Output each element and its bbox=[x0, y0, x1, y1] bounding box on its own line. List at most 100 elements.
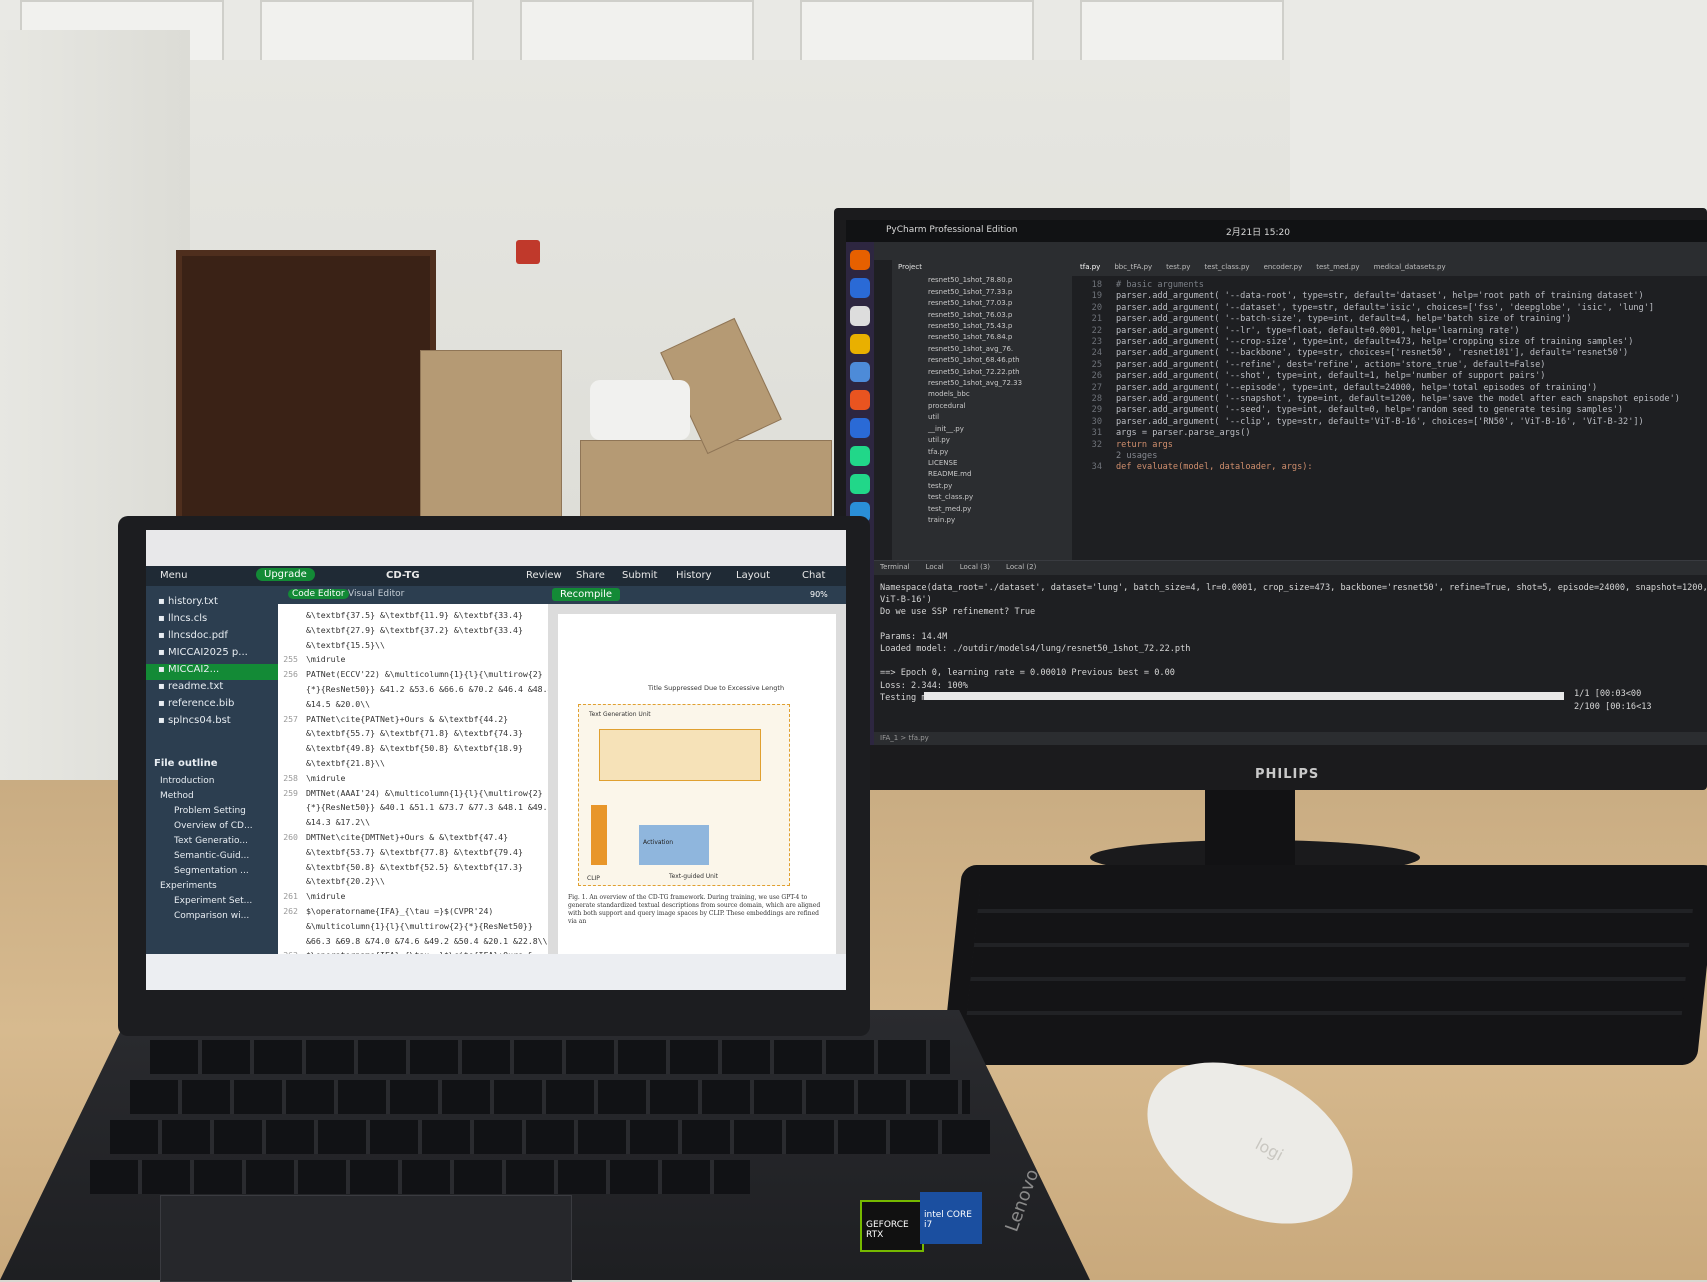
project-file[interactable]: resnet50_1shot_76.03.p bbox=[928, 310, 1072, 321]
outline-item[interactable]: Semantic-Guid... bbox=[174, 851, 249, 861]
editor-tab[interactable]: medical_datasets.py bbox=[1374, 263, 1446, 271]
zoom-level[interactable]: 90% bbox=[810, 590, 828, 599]
menu-button[interactable]: Menu bbox=[160, 570, 187, 581]
project-file[interactable]: util.py bbox=[928, 435, 1072, 446]
writer-icon[interactable] bbox=[850, 362, 870, 382]
pdf-running-title: Title Suppressed Due to Excessive Length bbox=[648, 684, 785, 692]
terminal-tab[interactable]: Local (2) bbox=[1006, 563, 1036, 571]
visual-editor-toggle[interactable]: Visual Editor bbox=[348, 589, 404, 599]
software-icon[interactable] bbox=[850, 390, 870, 410]
file-tree-item[interactable]: ▪ llncsdoc.pdf bbox=[158, 630, 228, 641]
project-file[interactable]: util bbox=[928, 412, 1072, 423]
submit-button[interactable]: Submit bbox=[622, 570, 657, 581]
pycharm-icon[interactable] bbox=[850, 446, 870, 466]
outline-item[interactable]: Method bbox=[160, 791, 194, 801]
code-text: 2 usages bbox=[1116, 451, 1158, 461]
project-file[interactable]: resnet50_1shot_avg_76. bbox=[928, 344, 1072, 355]
project-file[interactable]: resnet50_1shot_77.03.p bbox=[928, 298, 1072, 309]
editor-tab[interactable]: encoder.py bbox=[1264, 263, 1303, 271]
layout-button[interactable]: Layout bbox=[736, 570, 770, 581]
source-text: \midrule bbox=[306, 654, 346, 665]
project-file[interactable]: resnet50_1shot_avg_72.33 bbox=[928, 378, 1072, 389]
project-file[interactable]: resnet50_1shot_72.22.pth bbox=[928, 367, 1072, 378]
source-line: &\textbf{53.7} &\textbf{77.8} &\textbf{7… bbox=[278, 847, 523, 857]
project-file[interactable]: resnet50_1shot_77.33.p bbox=[928, 287, 1072, 298]
file-outline-title[interactable]: File outline bbox=[154, 758, 217, 769]
source-text: &\textbf{20.2}\\ bbox=[306, 876, 385, 887]
project-file[interactable]: __init__.py bbox=[928, 424, 1072, 435]
chat-button[interactable]: Chat bbox=[802, 570, 825, 581]
editor-tab[interactable]: bbc_tFA.py bbox=[1114, 263, 1152, 271]
project-file[interactable]: README.md bbox=[928, 469, 1072, 480]
project-file[interactable]: test.py bbox=[928, 481, 1072, 492]
source-text: &\textbf{37.5} &\textbf{11.9} &\textbf{3… bbox=[306, 610, 523, 620]
file-tree-item[interactable]: ▪ splncs04.bst bbox=[158, 715, 231, 726]
firefox-icon[interactable] bbox=[850, 250, 870, 270]
ide-status-bar: IFA_1 > tfa.py bbox=[874, 732, 1707, 745]
source-text: &\textbf{27.9} &\textbf{37.2} &\textbf{3… bbox=[306, 624, 523, 635]
file-tree-item[interactable]: ▪ MICCAI2... bbox=[158, 664, 219, 675]
code-text: parser.add_argument( '--backbone', type=… bbox=[1116, 348, 1629, 359]
help-icon[interactable] bbox=[850, 418, 870, 438]
terminal[interactable]: Terminal Local Local (3) Local (2) Namespac… bbox=[874, 560, 1707, 733]
project-file[interactable]: test_class.py bbox=[928, 492, 1072, 503]
outline-item[interactable]: Text Generatio... bbox=[174, 836, 248, 846]
outline-item[interactable]: Introduction bbox=[160, 776, 215, 786]
code-line: 26 parser.add_argument( '--shot', type=in… bbox=[1072, 371, 1546, 381]
code-line: 18 # basic arguments bbox=[1072, 280, 1204, 290]
line-number: 19 bbox=[1091, 291, 1102, 302]
terminal-tab[interactable]: Local (3) bbox=[960, 563, 990, 571]
code-editor-toggle[interactable]: Code Editor bbox=[288, 589, 349, 599]
outline-item[interactable]: Problem Setting bbox=[174, 806, 246, 816]
source-line-number: 262 bbox=[283, 906, 298, 916]
outline-item[interactable]: Segmentation ... bbox=[174, 866, 249, 876]
terminal-line: Loss: 2.344: 100% bbox=[880, 680, 968, 691]
project-file[interactable]: tfa.py bbox=[928, 447, 1072, 458]
history-button[interactable]: History bbox=[676, 570, 712, 581]
code-editor[interactable]: tfa.py bbc_tFA.py test.py test_class.py enco… bbox=[1072, 260, 1707, 560]
file-tree-item[interactable]: ▪ llncs.cls bbox=[158, 613, 207, 624]
project-file[interactable]: resnet50_1shot_78.80.p bbox=[928, 275, 1072, 286]
editor-tab[interactable]: test_med.py bbox=[1316, 263, 1359, 271]
outline-item[interactable]: Experiments bbox=[160, 881, 217, 891]
upgrade-button[interactable]: Upgrade bbox=[256, 568, 315, 581]
outline-item[interactable]: Comparison wi... bbox=[174, 911, 249, 921]
code-line: 30 parser.add_argument( '--clip', type=st… bbox=[1072, 417, 1644, 427]
outline-item[interactable]: Overview of CD... bbox=[174, 821, 253, 831]
pycharm-icon-2[interactable] bbox=[850, 474, 870, 494]
terminal-tab[interactable]: Local bbox=[926, 563, 944, 571]
project-file[interactable]: train.py bbox=[928, 515, 1072, 526]
door bbox=[176, 250, 436, 530]
project-file[interactable]: resnet50_1shot_76.84.p bbox=[928, 332, 1072, 343]
project-file[interactable]: LICENSE bbox=[928, 458, 1072, 469]
line-number: 22 bbox=[1091, 325, 1102, 336]
file-tree-item[interactable]: ▪ history.txt bbox=[158, 596, 218, 607]
overleaf-header: Menu Upgrade CD-TG Review Share Submit H… bbox=[146, 566, 846, 586]
progress-right-1: 1/1 [00:03<00 bbox=[1574, 689, 1642, 699]
editor-tab[interactable]: tfa.py bbox=[1080, 263, 1100, 271]
latex-source-editor[interactable]: Code Editor Visual Editor &\textbf{37.5}… bbox=[278, 586, 548, 990]
project-title: CD-TG bbox=[386, 570, 420, 581]
code-text: parser.add_argument( '--data-root', type… bbox=[1116, 291, 1644, 302]
file-tree-item[interactable]: ▪ readme.txt bbox=[158, 681, 223, 692]
project-file[interactable]: procedural bbox=[928, 401, 1072, 412]
terminal-line: Loaded model: ./outdir/models4/lung/resn… bbox=[880, 644, 1191, 654]
project-file[interactable]: resnet50_1shot_68.46.pth bbox=[928, 355, 1072, 366]
recompile-button[interactable]: Recompile bbox=[552, 588, 621, 601]
file-tree-item[interactable]: ▪ reference.bib bbox=[158, 698, 234, 709]
project-file[interactable]: resnet50_1shot_75.43.p bbox=[928, 321, 1072, 332]
intel-sticker: intel CORE i7 bbox=[920, 1192, 982, 1244]
editor-tab[interactable]: test_class.py bbox=[1204, 263, 1249, 271]
terminal-tabs: Terminal Local Local (3) Local (2) bbox=[874, 561, 1707, 575]
editor-tab[interactable]: test.py bbox=[1166, 263, 1190, 271]
file-tree-item[interactable]: ▪ MICCAI2025 p... bbox=[158, 647, 248, 658]
project-file[interactable]: models_bbc bbox=[928, 389, 1072, 400]
terminal-tab[interactable]: Terminal bbox=[880, 563, 910, 571]
review-button[interactable]: Review bbox=[526, 570, 562, 581]
project-file[interactable]: test_med.py bbox=[928, 504, 1072, 515]
share-button[interactable]: Share bbox=[576, 570, 605, 581]
files-icon[interactable] bbox=[850, 306, 870, 326]
outline-item[interactable]: Experiment Set... bbox=[174, 896, 252, 906]
music-icon[interactable] bbox=[850, 334, 870, 354]
browser-icon[interactable] bbox=[850, 278, 870, 298]
